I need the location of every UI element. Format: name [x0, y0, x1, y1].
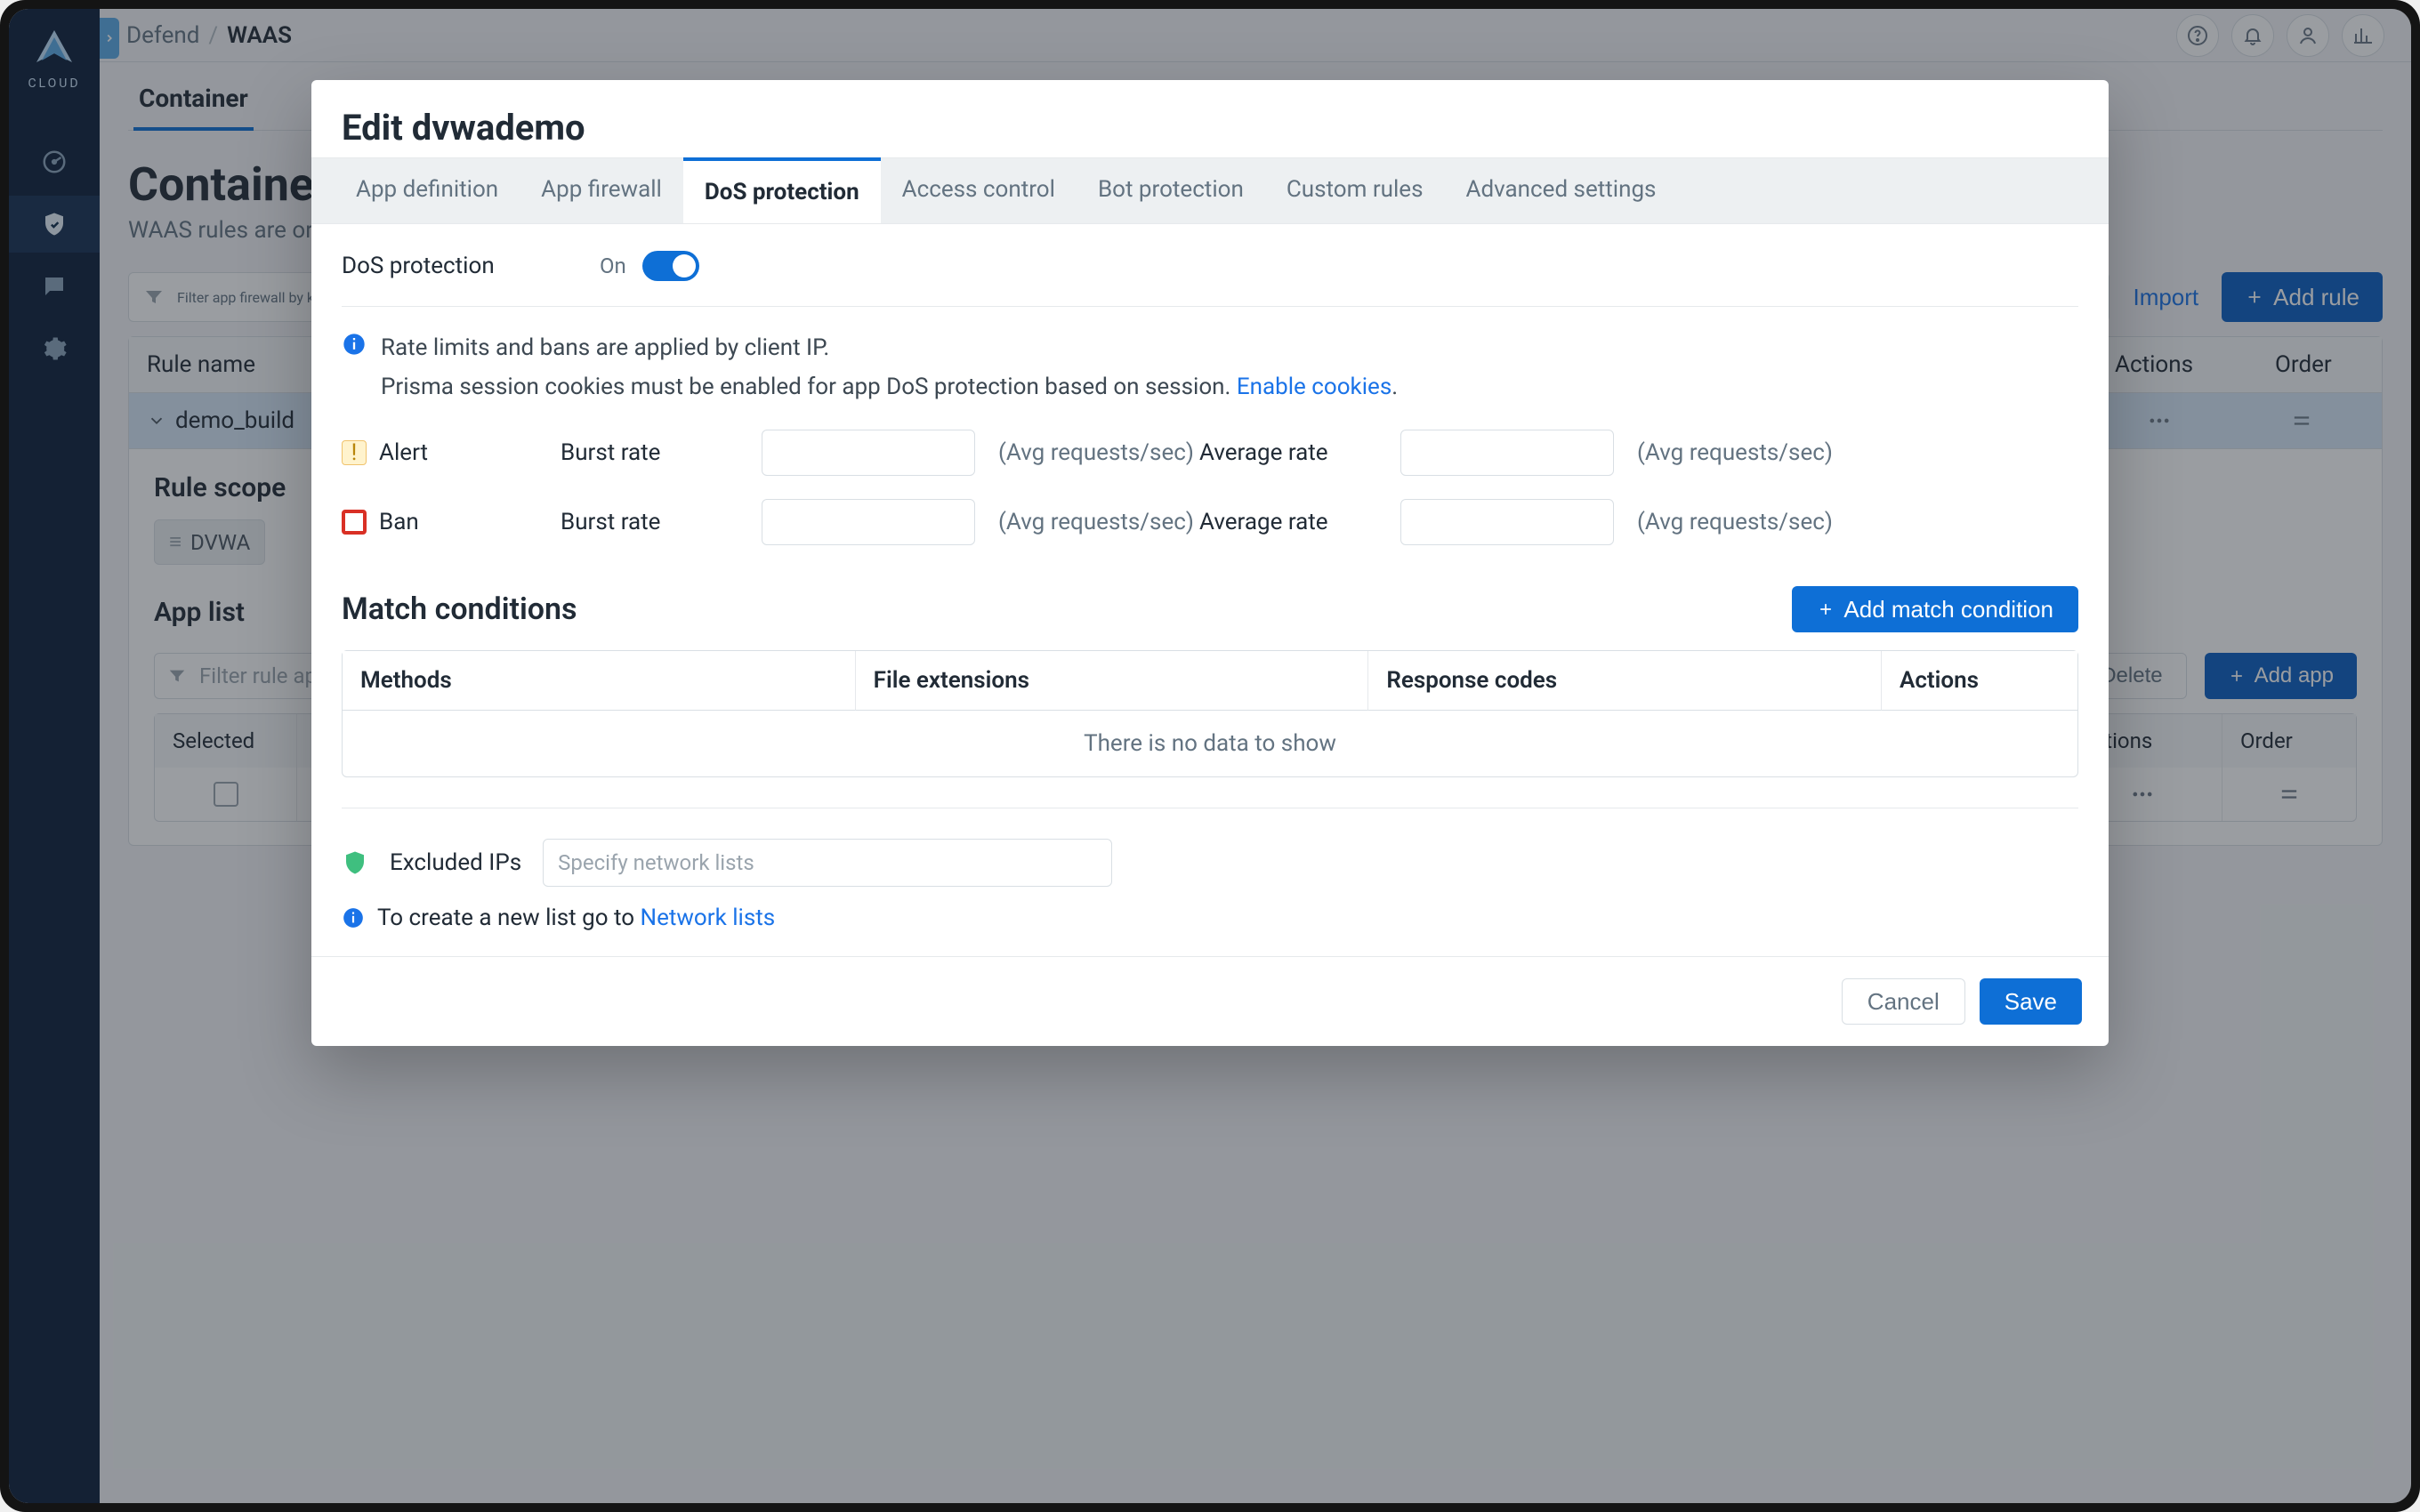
tab-app-definition[interactable]: App definition — [335, 158, 520, 223]
tab-advanced[interactable]: Advanced settings — [1445, 158, 1678, 223]
save-button[interactable]: Save — [1980, 978, 2082, 1025]
dos-toggle[interactable] — [642, 251, 699, 281]
tab-custom-rules[interactable]: Custom rules — [1265, 158, 1445, 223]
ban-burst-input[interactable] — [762, 499, 975, 545]
modal-tabs: App definition App firewall DoS protecti… — [311, 157, 2109, 224]
add-match-condition-button[interactable]: Add match condition — [1792, 586, 2078, 632]
alert-average-input[interactable] — [1400, 430, 1614, 476]
excluded-ips-input[interactable]: Specify network lists — [543, 839, 1112, 887]
modal-overlay: Edit dvwademo App definition App firewal… — [9, 9, 2411, 1503]
conditions-empty: There is no data to show — [343, 711, 2077, 776]
cancel-button[interactable]: Cancel — [1842, 978, 1965, 1025]
match-conditions-title: Match conditions — [342, 591, 577, 627]
tab-dos-protection[interactable]: DoS protection — [683, 157, 881, 223]
tab-app-firewall[interactable]: App firewall — [520, 158, 683, 223]
ban-icon — [342, 510, 367, 535]
conditions-table: Methods File extensions Response codes A… — [342, 650, 2078, 777]
shield-green-icon — [342, 849, 368, 876]
dos-section-label: DoS protection — [342, 253, 573, 279]
alert-burst-input[interactable] — [762, 430, 975, 476]
dos-info-line1: Rate limits and bans are applied by clie… — [381, 328, 1398, 367]
warning-icon: ! — [342, 440, 367, 465]
network-lists-link[interactable]: Network lists — [641, 905, 776, 931]
info-icon — [342, 332, 367, 357]
dos-toggle-state: On — [600, 253, 626, 278]
tab-access-control[interactable]: Access control — [881, 158, 1077, 223]
modal-title: Edit dvwademo — [311, 80, 2109, 157]
tab-bot-protection[interactable]: Bot protection — [1077, 158, 1265, 223]
enable-cookies-link[interactable]: Enable cookies — [1237, 374, 1392, 400]
ban-average-input[interactable] — [1400, 499, 1614, 545]
dos-info-line2: Prisma session cookies must be enabled f… — [381, 374, 1237, 400]
plus-icon — [1817, 600, 1835, 618]
edit-app-modal: Edit dvwademo App definition App firewal… — [311, 80, 2109, 1046]
info-icon — [342, 906, 365, 929]
excluded-ips-label: Excluded IPs — [390, 849, 521, 876]
